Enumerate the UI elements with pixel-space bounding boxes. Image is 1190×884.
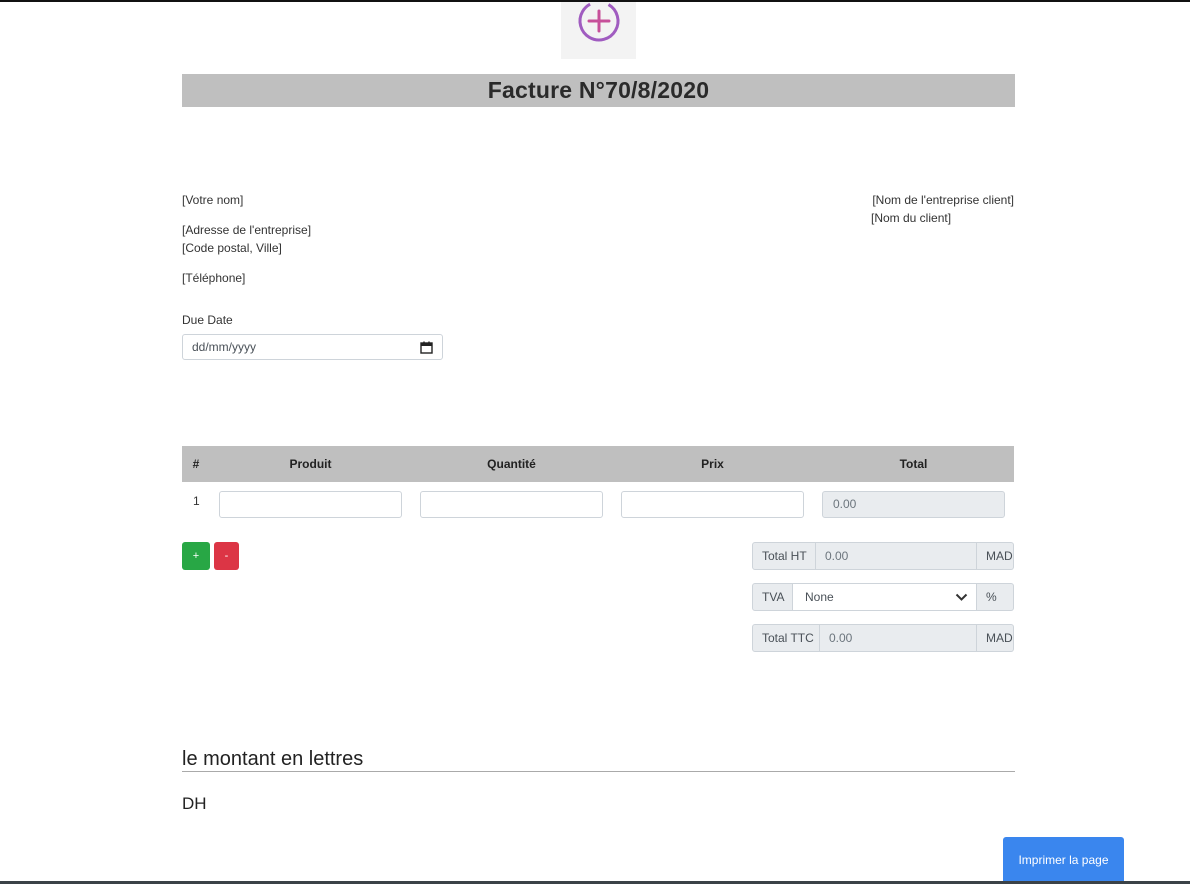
invoice-title: Facture N°70/8/2020: [487, 77, 710, 103]
total-ht-label: Total HT: [752, 542, 816, 570]
tva-selected-value: None: [805, 590, 834, 604]
company-logo[interactable]: [561, 2, 636, 59]
col-header-price: Prix: [701, 457, 724, 471]
calendar-icon[interactable]: [420, 341, 433, 354]
col-header-quantity: Quantité: [487, 457, 536, 471]
total-ht-field: 0.00: [816, 542, 977, 570]
tva-unit: %: [977, 583, 1014, 611]
quantity-input[interactable]: [420, 491, 603, 518]
items-table-header: # Produit Quantité Prix Total: [182, 446, 1014, 482]
chevron-down-icon: [955, 593, 968, 601]
col-header-product: Produit: [289, 457, 332, 471]
total-ttc-currency: MAD: [977, 624, 1014, 652]
add-row-button[interactable]: +: [182, 542, 210, 570]
col-header-total: Total: [899, 457, 928, 471]
total-ht-currency: MAD: [977, 542, 1014, 570]
sender-name[interactable]: [Votre nom]: [182, 193, 243, 207]
product-input[interactable]: [219, 491, 402, 518]
total-ttc-label: Total TTC: [752, 624, 820, 652]
invoice-title-bar: Facture N°70/8/2020: [182, 74, 1015, 107]
amount-words-title: le montant en lettres: [182, 748, 364, 770]
total-ht-group: Total HT 0.00 MAD: [752, 542, 1014, 570]
remove-row-button[interactable]: -: [214, 542, 239, 570]
due-date-label: Due Date: [182, 313, 233, 327]
tva-group: TVA None %: [752, 583, 1014, 611]
client-name[interactable]: [Nom du client]: [871, 211, 951, 225]
sender-address[interactable]: [Adresse de l'entreprise]: [182, 223, 311, 237]
add-circle-icon: [578, 2, 619, 42]
row-total-field: 0.00: [822, 491, 1005, 518]
due-date-placeholder: dd/mm/yyyy: [192, 340, 257, 354]
total-ttc-field: 0.00: [820, 624, 977, 652]
amount-words-value: DH: [182, 794, 207, 813]
col-header-number: #: [192, 457, 200, 471]
total-ttc-group: Total TTC 0.00 MAD: [752, 624, 1014, 652]
divider: [182, 771, 1015, 772]
row-number: 1: [193, 494, 200, 508]
tva-select[interactable]: None: [793, 583, 977, 611]
print-button[interactable]: Imprimer la page: [1003, 837, 1124, 883]
sender-postal-city[interactable]: [Code postal, Ville]: [182, 241, 282, 255]
tva-label: TVA: [752, 583, 793, 611]
due-date-input[interactable]: dd/mm/yyyy: [182, 334, 443, 360]
client-company[interactable]: [Nom de l'entreprise client]: [872, 193, 1014, 207]
sender-phone[interactable]: [Téléphone]: [182, 271, 245, 285]
price-input[interactable]: [621, 491, 804, 518]
